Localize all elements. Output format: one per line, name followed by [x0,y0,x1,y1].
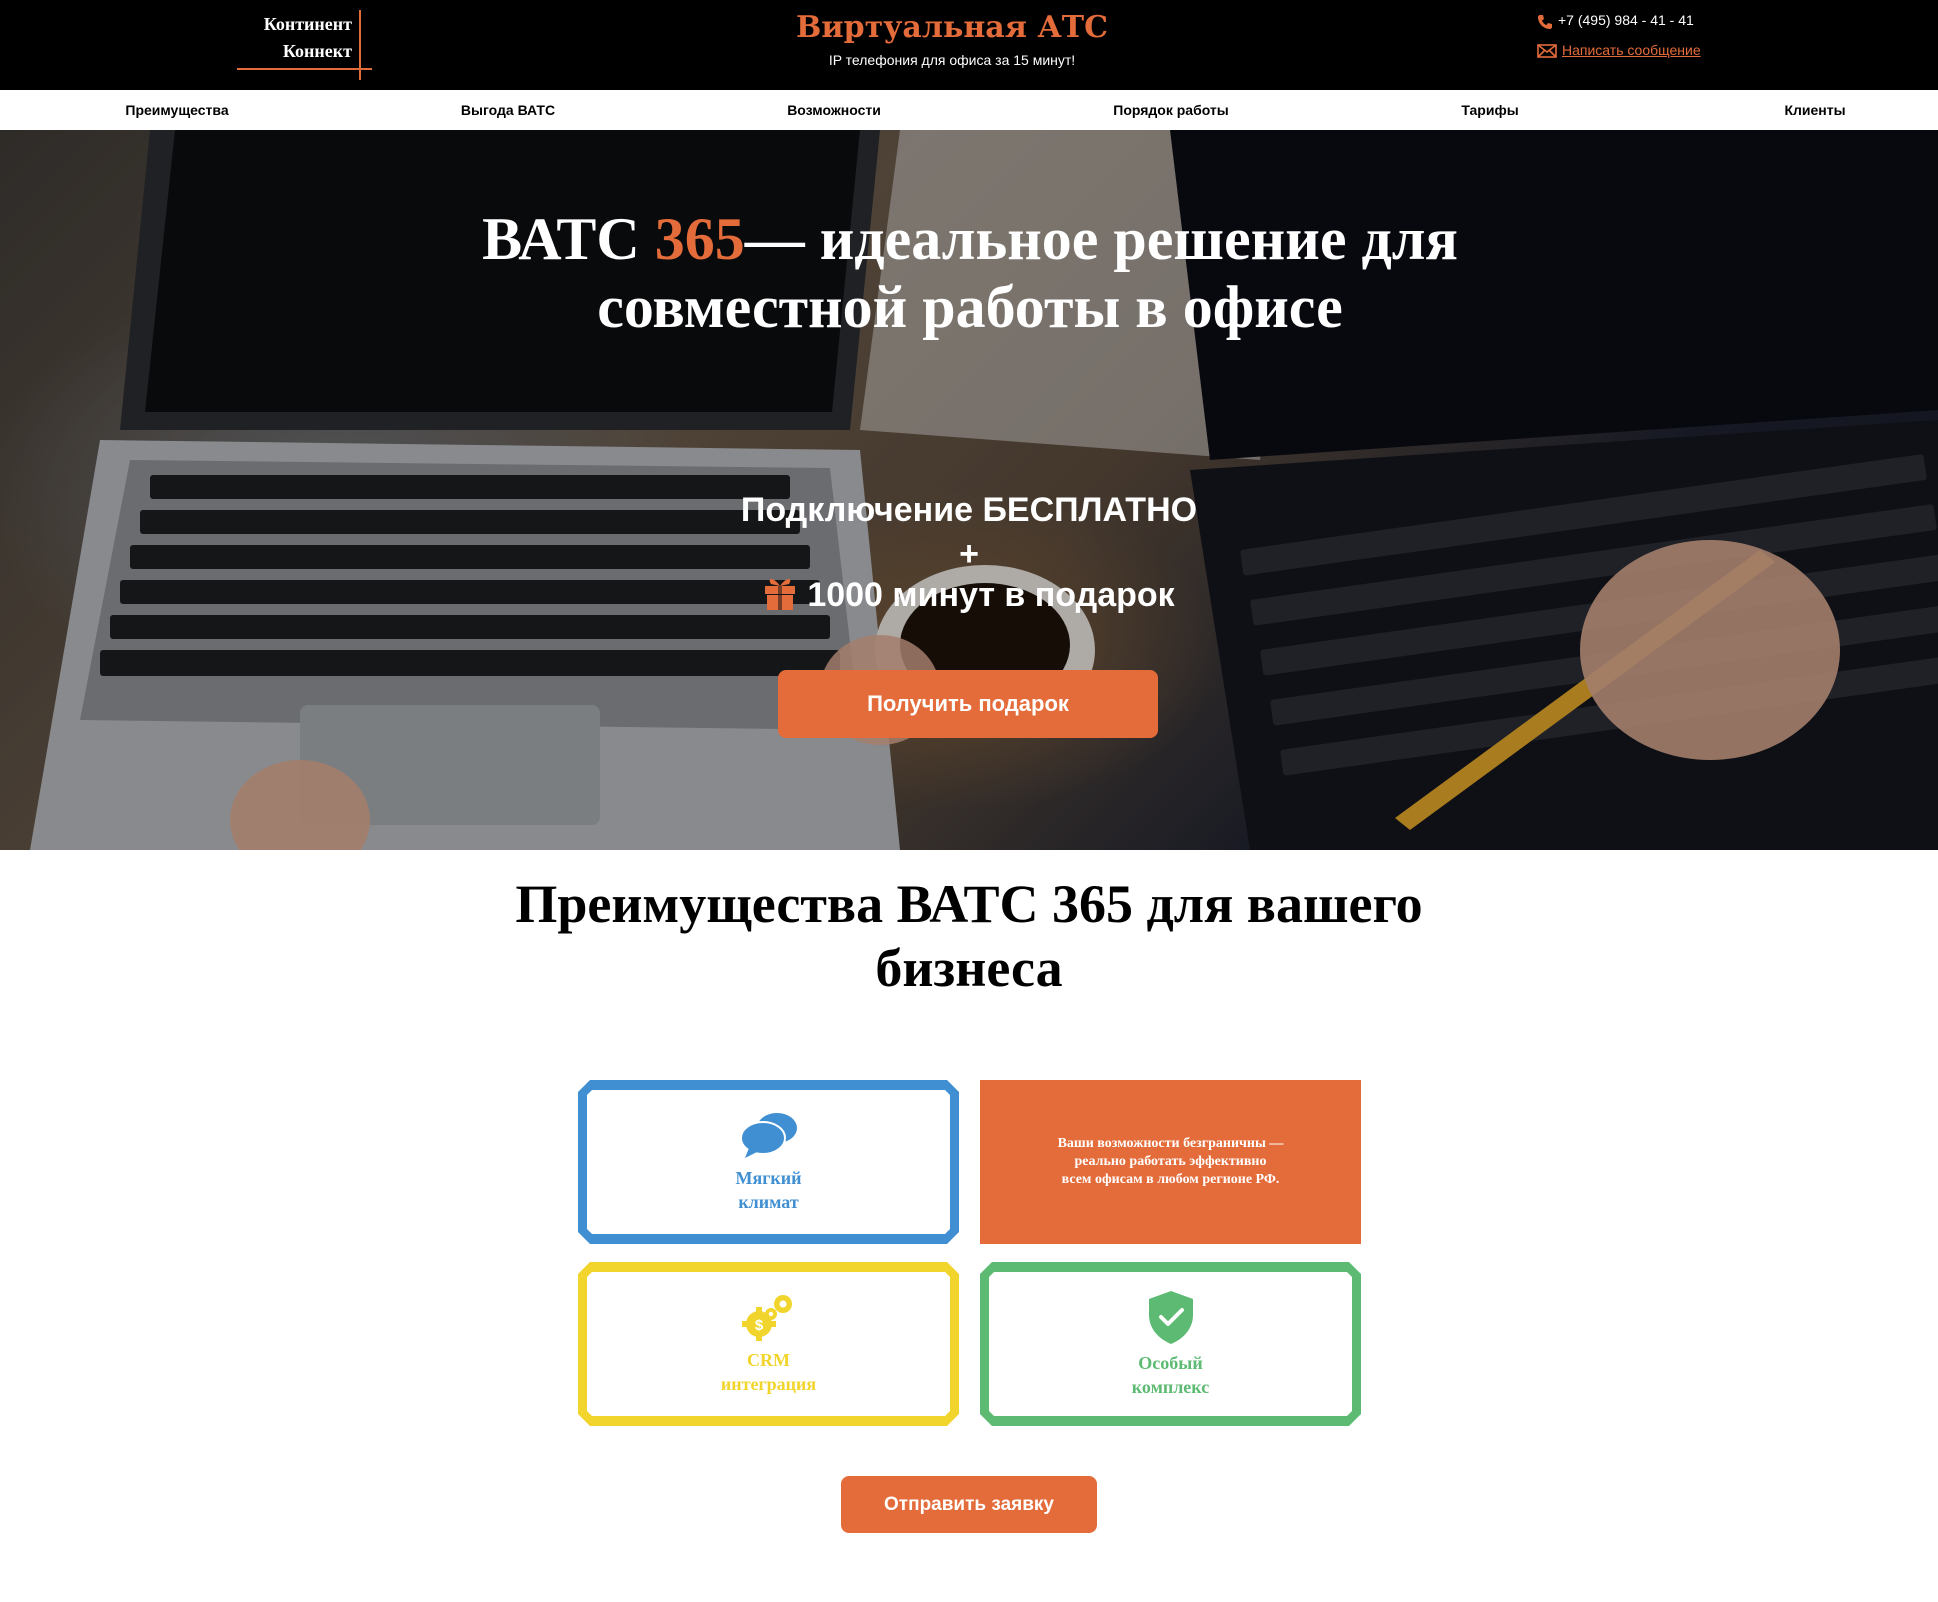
hero-title-start: ВАТС [482,206,655,272]
card-frame [578,1080,959,1244]
nav-item-tariffs[interactable]: Тарифы [1461,102,1518,118]
nav-item-features[interactable]: Возможности [787,102,881,118]
logo-line-2: Коннект [282,41,352,61]
header-phone[interactable]: +7 (495) 984 - 41 - 41 [1558,12,1694,28]
gift-icon [765,579,796,610]
nav-item-benefit[interactable]: Выгода ВАТС [461,102,555,118]
write-message-link[interactable]: Написать сообщение [1562,42,1701,58]
main-nav: Преимущества Выгода ВАТС Возможности Пор… [0,90,1938,130]
company-logo[interactable]: Континент Коннект [237,10,372,80]
svg-text:$: $ [754,1317,763,1334]
hero-title: ВАТС 365— идеальное решение для совместн… [480,205,1460,341]
site-subtitle: IP телефония для офиса за 15 минут! [828,52,1076,68]
nav-item-workflow[interactable]: Порядок работы [1113,102,1229,118]
nav-item-advantages[interactable]: Преимущества [125,102,228,118]
site-header: Континент Коннект Виртуальная АТС IP тел… [0,0,1938,90]
shield-check-icon [1148,1291,1193,1344]
offer-gift-minutes: 1000 минут в подарок [569,573,1369,617]
chat-bubbles-icon [739,1113,797,1158]
advantage-card-crm: $ CRM интеграция [578,1262,959,1426]
logo-horizontal-rule [237,68,372,70]
hero-section: ВАТС 365— идеальное решение для совместн… [0,130,1938,850]
advantage-card-complex: Особый комплекс [980,1262,1361,1426]
advantage-card-climate: Мягкий климат [578,1080,959,1244]
envelope-icon [1537,44,1557,58]
card-label: CRM интеграция [720,1350,817,1394]
offer-plus: + [959,535,979,573]
offer-free-connection: Подключение БЕСПЛАТНО [740,491,1198,529]
advantages-title: Преимущества ВАТС 365 для вашего бизнеса [515,874,1423,998]
nav-item-clients[interactable]: Клиенты [1784,102,1845,118]
get-gift-button[interactable]: Получить подарок [778,670,1158,738]
card-frame [578,1262,959,1426]
advantage-card-opportunities: Ваши возможности безграничны — реально р… [980,1080,1361,1244]
card-description: Ваши возможности безграничны — реально р… [1057,1136,1284,1187]
offer-gift-text: 1000 минут в подарок [807,576,1175,614]
phone-icon [1538,15,1552,29]
card-label: Мягкий климат [735,1168,802,1212]
gears-dollar-icon: $ [741,1295,792,1341]
site-title: Виртуальная АТС [796,10,1108,45]
card-label: Особый комплекс [1131,1353,1210,1397]
send-request-button[interactable]: Отправить заявку [841,1476,1097,1533]
hero-title-accent: 365 [654,206,745,272]
logo-line-1: Континент [263,14,352,34]
